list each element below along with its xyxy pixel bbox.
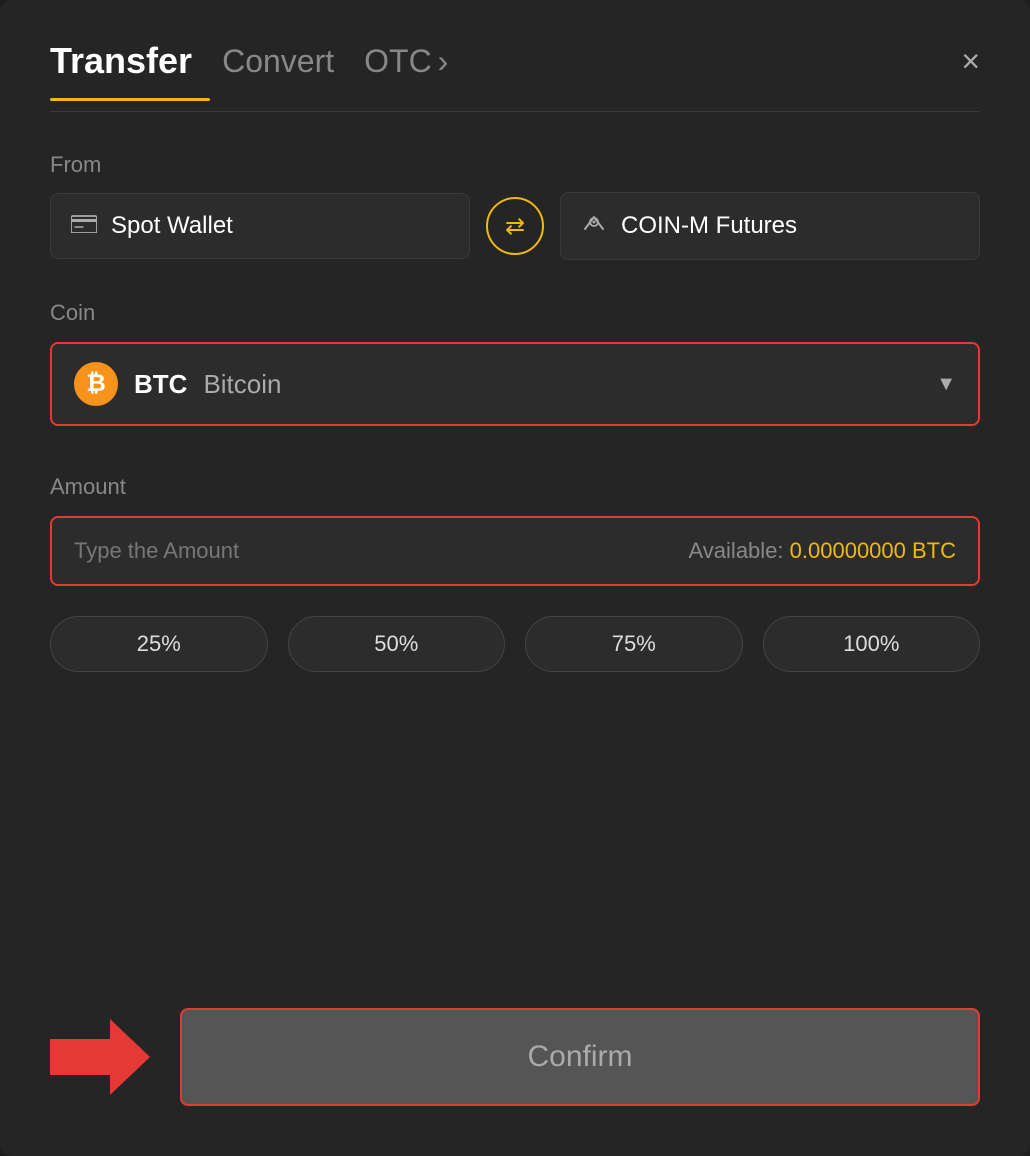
confirm-row: Confirm [50,1008,980,1106]
header-divider [50,111,980,112]
from-to-labels-row: From [50,152,980,178]
close-button[interactable]: × [961,45,980,77]
to-wallet-label: COIN-M Futures [621,212,797,240]
to-wallet-selector[interactable]: COIN-M Futures [560,192,980,260]
coin-selector[interactable]: ₿ BTC Bitcoin ▼ [50,342,980,426]
tab-otc[interactable]: OTC › [364,43,448,80]
coin-full-name: Bitcoin [203,369,281,400]
wallet-icon [71,213,97,239]
percent-50-button[interactable]: 50% [288,616,506,672]
btc-icon: ₿ [74,362,118,406]
from-to-row: Spot Wallet ⇄ COIN-M Futures [50,192,980,260]
amount-input[interactable] [74,538,324,564]
from-wallet-label: Spot Wallet [111,212,233,240]
amount-label: Amount [50,474,980,500]
active-tab-underline [50,98,210,101]
tab-convert[interactable]: Convert [222,43,334,80]
futures-icon [581,211,607,241]
percent-100-button[interactable]: 100% [763,616,981,672]
percent-25-button[interactable]: 25% [50,616,268,672]
tab-transfer[interactable]: Transfer [50,40,192,82]
from-wallet-selector[interactable]: Spot Wallet [50,193,470,259]
coin-symbol: BTC [134,369,187,400]
confirm-button[interactable]: Confirm [180,1008,980,1106]
amount-box: Available: 0.00000000 BTC [50,516,980,586]
chevron-down-icon: ▼ [936,373,956,396]
arrow-container [50,1019,150,1095]
swap-icon: ⇄ [505,212,525,241]
coin-label: Coin [50,300,980,326]
percent-row: 25% 50% 75% 100% [50,616,980,672]
arrow-right-icon [50,1019,150,1095]
transfer-modal: Transfer Convert OTC › × From Spot Walle… [0,0,1030,1156]
swap-button[interactable]: ⇄ [486,197,544,255]
otc-arrow-icon: › [438,43,449,80]
modal-header: Transfer Convert OTC › × [50,40,980,82]
available-value: 0.00000000 BTC [790,538,956,563]
percent-75-button[interactable]: 75% [525,616,743,672]
from-label: From [50,152,101,177]
available-text: Available: 0.00000000 BTC [689,538,956,564]
